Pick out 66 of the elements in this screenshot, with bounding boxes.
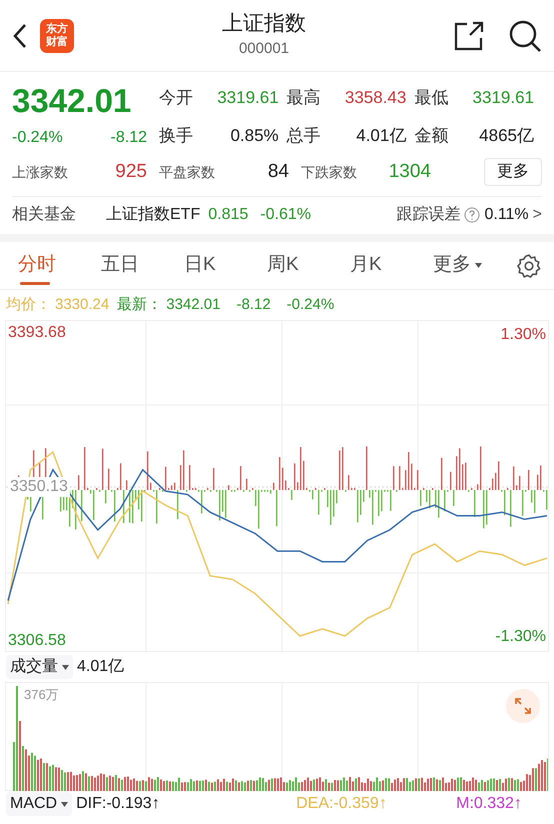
breadth-label: 下跌家数 <box>301 162 357 182</box>
logo-text: 东方 <box>46 22 68 36</box>
change-percent: -0.24% <box>12 128 63 148</box>
stat-value: 4865亿 <box>479 125 534 148</box>
stat-value: 3319.61 <box>472 87 534 110</box>
volume-total: 4.01亿 <box>77 657 124 677</box>
axis-price-label: 3306.58 <box>8 631 66 651</box>
stock-code: 000001 <box>238 39 290 60</box>
last-change-percent: -0.24% <box>286 294 334 315</box>
settings-icon[interactable] <box>516 252 542 278</box>
help-icon[interactable] <box>464 206 480 222</box>
chart-tab[interactable]: 周K <box>261 242 344 289</box>
stat-label: 金额 <box>414 125 448 148</box>
dropdown-caret-icon <box>62 664 69 670</box>
stat-label: 最高 <box>286 87 321 110</box>
fund-change: -0.61% <box>260 204 311 224</box>
stat-label: 今开 <box>159 87 193 110</box>
logo-text: 财富 <box>46 36 68 48</box>
stat-value: 0.85% <box>230 125 279 148</box>
tracking-value: 0.11% <box>484 204 529 224</box>
stat-value: 3358.43 <box>344 87 406 110</box>
page-title: 上证指数 <box>222 11 306 38</box>
search-icon[interactable] <box>508 18 542 52</box>
back-icon[interactable] <box>12 22 28 48</box>
indicator-selector[interactable]: MACD <box>6 792 72 816</box>
stat-value: 4.01亿 <box>356 125 406 148</box>
dropdown-caret-icon <box>61 802 68 806</box>
tab-underline <box>20 282 50 285</box>
axis-max-percent: 1.30% <box>500 325 546 345</box>
change-value: -8.12 <box>110 128 147 148</box>
axis-price-label: 3393.68 <box>8 322 66 343</box>
last-price-value: 3342.01 <box>166 294 220 315</box>
breadth-value: 1304 <box>388 160 431 184</box>
breadth-label: 上涨家数 <box>12 162 68 182</box>
chart-tab[interactable]: 分时 <box>12 242 95 289</box>
chart-tab[interactable]: 日K <box>178 242 261 289</box>
stat-label: 总手 <box>286 125 321 148</box>
breadth-value: 84 <box>268 160 289 184</box>
chart-tab[interactable]: 月K <box>344 242 427 289</box>
average-price-value: 3330.24 <box>55 294 110 315</box>
indicator-selector[interactable]: 成交量 <box>6 655 73 679</box>
macd-dea: DEA:-0.359↑ <box>296 794 388 814</box>
stat-value: 3319.61 <box>217 87 279 110</box>
macd-dif: DIF:-0.193↑ <box>76 794 161 814</box>
chart-tab[interactable]: 更多 <box>427 242 510 289</box>
expand-button[interactable] <box>506 689 540 723</box>
chevron-text[interactable]: > <box>532 202 542 226</box>
current-price: 3342.01 <box>12 81 132 121</box>
stat-label: 换手 <box>159 125 193 148</box>
average-price-label: 均价： <box>6 294 51 315</box>
tracking-label: 跟踪误差 <box>396 204 460 224</box>
last-change: -8.12 <box>236 294 271 315</box>
fund-label: 相关基金 <box>12 204 77 224</box>
expand-icon <box>514 697 532 715</box>
last-price-label: 最新： <box>117 294 162 315</box>
axis-price-label: 3350.13 <box>8 477 70 497</box>
more-button[interactable]: 更多 <box>484 158 542 186</box>
share-icon[interactable] <box>454 20 484 50</box>
breadth-value: 925 <box>115 160 147 184</box>
macd-m: M:0.332↑ <box>456 794 522 814</box>
fund-name: 上证指数ETF <box>106 204 200 224</box>
fund-price: 0.815 <box>208 204 248 224</box>
stat-label: 最低 <box>414 87 448 110</box>
axis-min-percent: -1.30% <box>495 627 546 647</box>
chart-tab[interactable]: 五日 <box>95 242 178 289</box>
breadth-label: 平盘家数 <box>159 162 215 182</box>
